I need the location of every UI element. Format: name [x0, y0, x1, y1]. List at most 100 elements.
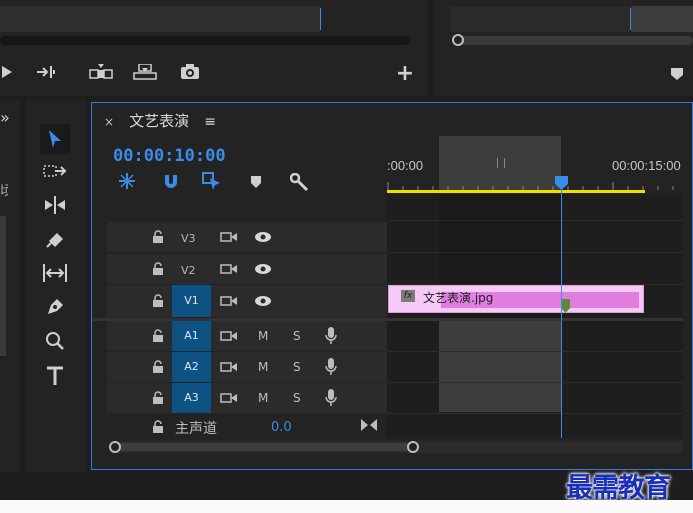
panel-partial-text: 顷	[0, 184, 8, 199]
track-divider	[387, 413, 683, 414]
solo-button[interactable]: S	[293, 360, 301, 374]
program-zoom-bar[interactable]	[454, 36, 693, 45]
add-button-icon[interactable]: +	[394, 60, 416, 86]
ruler-end-label: 00:00:15:00	[612, 158, 681, 173]
scrollbar-right-handle[interactable]	[407, 441, 419, 453]
track-target-v1[interactable]: V1	[172, 285, 211, 317]
playhead-line[interactable]	[561, 190, 562, 438]
track-target-a2[interactable]: A2	[172, 352, 211, 382]
insert-icon[interactable]	[88, 62, 114, 82]
track-divider	[387, 382, 683, 383]
clip-wenyibiaoyan[interactable]: fx 文艺表演.jpg	[388, 285, 644, 313]
master-track-label: 主声道	[175, 421, 217, 437]
track-divider	[387, 252, 683, 253]
lock-icon[interactable]	[151, 229, 165, 245]
lock-icon[interactable]	[151, 293, 165, 309]
sync-lock-icon[interactable]	[219, 229, 239, 245]
track-header-a1: A1 M S	[107, 321, 387, 351]
track-divider	[387, 351, 683, 352]
source-scrub-area[interactable]	[0, 6, 320, 32]
track-target-a3[interactable]: A3	[172, 383, 211, 413]
track-header-v1: V1	[107, 285, 387, 317]
zoom-handle[interactable]	[452, 34, 464, 46]
lock-icon[interactable]	[151, 390, 165, 406]
track-name: V2	[181, 264, 196, 277]
project-panel-edge: » 顷	[0, 100, 20, 472]
pen-tool-icon[interactable]	[40, 294, 70, 320]
playhead-timecode[interactable]: 00:00:10:00	[113, 146, 226, 166]
master-volume-value[interactable]: 0.0	[271, 420, 292, 435]
clip-marker-icon	[561, 299, 570, 313]
linked-selection-icon[interactable]	[200, 172, 224, 190]
scrollbar-thumb[interactable]	[112, 443, 412, 451]
go-to-in-out-icon[interactable]	[360, 418, 378, 432]
microphone-icon[interactable]	[323, 389, 339, 407]
tools-panel	[26, 100, 86, 472]
program-playhead[interactable]	[630, 8, 631, 30]
playhead-handle-icon[interactable]	[555, 176, 568, 190]
eye-icon[interactable]	[253, 261, 273, 277]
solo-button[interactable]: S	[293, 329, 301, 343]
add-label: +	[395, 60, 415, 86]
sync-lock-icon[interactable]	[219, 293, 239, 309]
slip-tool-icon[interactable]	[40, 260, 70, 286]
track-header-v2: V2	[107, 254, 387, 284]
add-marker-icon[interactable]	[248, 174, 264, 190]
track-select-tool-icon[interactable]	[40, 158, 70, 184]
lock-icon[interactable]	[151, 359, 165, 375]
mute-button[interactable]: M	[258, 329, 268, 343]
timeline-tab[interactable]: × 文艺表演 ≡	[104, 110, 216, 131]
source-zoom-bar[interactable]	[0, 36, 410, 45]
track-header-a3: A3 M S	[107, 383, 387, 413]
ruler-start-label: :00:00	[387, 158, 424, 173]
ruler-ticks	[387, 182, 674, 190]
program-scrub-region[interactable]	[631, 6, 693, 32]
tab-menu-icon[interactable]: ≡	[204, 114, 216, 130]
sequence-title: 文艺表演	[129, 112, 190, 130]
program-monitor-panel	[434, 0, 693, 96]
clip-name: 文艺表演.jpg	[423, 291, 494, 305]
mute-button[interactable]: M	[258, 391, 268, 405]
source-playhead[interactable]	[320, 8, 321, 30]
snap-magnet-icon[interactable]	[160, 172, 182, 190]
track-header-a2: A2 M S	[107, 352, 387, 382]
marker-icon[interactable]	[670, 66, 684, 82]
program-scrub-area[interactable]	[450, 6, 630, 32]
mute-button[interactable]: M	[258, 360, 268, 374]
collapse-panels-icon[interactable]: »	[0, 108, 10, 127]
work-area-bar[interactable]	[387, 190, 645, 193]
razor-tool-icon[interactable]	[40, 226, 70, 252]
microphone-icon[interactable]	[323, 327, 339, 345]
zoom-tool-icon[interactable]	[40, 328, 70, 354]
overwrite-icon[interactable]	[132, 62, 158, 82]
selection-tool-icon[interactable]	[40, 124, 70, 154]
ripple-edit-tool-icon[interactable]	[40, 192, 70, 218]
track-divider	[387, 220, 683, 221]
eye-icon[interactable]	[253, 293, 273, 309]
sync-lock-icon[interactable]	[219, 359, 239, 375]
solo-button[interactable]: S	[293, 391, 301, 405]
nest-sequence-icon[interactable]	[116, 172, 138, 190]
watermark-logo: 最需教育	[566, 473, 671, 504]
panel-scrollbar[interactable]	[0, 216, 6, 356]
lock-icon[interactable]	[151, 328, 165, 344]
eye-icon[interactable]	[253, 229, 273, 245]
sync-lock-icon[interactable]	[219, 328, 239, 344]
play-icon[interactable]	[0, 62, 14, 82]
track-header-v3: V3	[107, 222, 387, 252]
track-target-a1[interactable]: A1	[172, 321, 211, 351]
work-area-grip-icon	[497, 158, 505, 168]
fx-badge-icon[interactable]: fx	[401, 290, 415, 302]
wrench-settings-icon[interactable]	[288, 172, 310, 192]
scrollbar-left-handle[interactable]	[109, 441, 121, 453]
microphone-icon[interactable]	[323, 358, 339, 376]
lock-icon[interactable]	[151, 261, 165, 277]
source-monitor-panel: +	[0, 0, 428, 96]
type-tool-icon[interactable]	[40, 362, 70, 390]
sync-lock-icon[interactable]	[219, 261, 239, 277]
lock-icon[interactable]	[151, 419, 165, 435]
close-tab-icon[interactable]: ×	[104, 115, 114, 129]
camera-icon[interactable]	[178, 62, 202, 82]
sync-lock-icon[interactable]	[219, 390, 239, 406]
step-forward-icon[interactable]	[36, 62, 58, 82]
